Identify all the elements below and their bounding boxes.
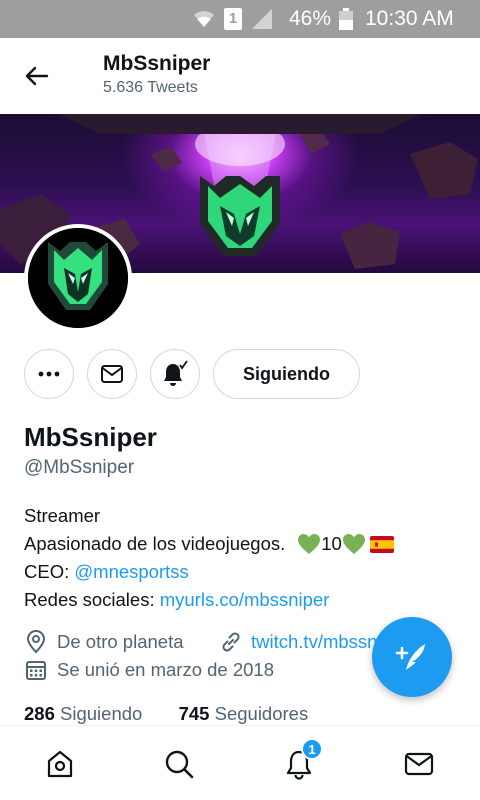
followers-label: Seguidores <box>214 703 309 724</box>
message-button[interactable] <box>87 349 137 399</box>
green-heart-icon <box>342 534 365 554</box>
battery-percent: 46% <box>289 7 332 30</box>
user-handle: @MbSsniper <box>24 457 135 478</box>
notifications-toggle-button[interactable] <box>150 349 200 399</box>
location-text: De otro planeta <box>57 631 184 652</box>
website[interactable]: twitch.tv/mbssniper <box>219 630 379 654</box>
more-icon <box>38 371 60 377</box>
bio-text: Apasionado de los videojuegos. <box>24 533 286 554</box>
ceo-mention-link[interactable]: @mnesportss <box>74 558 188 586</box>
envelope-icon <box>101 365 123 383</box>
bio-text: CEO: <box>24 561 75 582</box>
bio-line-3: CEO: @mnesportss <box>24 558 464 586</box>
compose-feather-icon <box>395 644 425 670</box>
location-pin-icon <box>26 630 46 654</box>
social-links-link[interactable]: myurls.co/mbssniper <box>160 586 330 614</box>
following-label: Siguiendo <box>60 703 143 724</box>
back-arrow-icon <box>25 66 49 86</box>
location: De otro planeta <box>24 630 184 654</box>
clock: 10:30 AM <box>365 7 454 30</box>
follow-counts: 286 Siguiendo 745 Seguidores <box>24 703 308 725</box>
display-name: MbSsniper <box>24 422 157 452</box>
bio-line-4: Redes sociales: myurls.co/mbssniper <box>24 586 464 614</box>
compose-tweet-button[interactable] <box>372 617 452 697</box>
status-bar: 1 46% 10:30 AM <box>0 0 480 38</box>
following-stat[interactable]: 286 Siguiendo <box>24 703 142 724</box>
nav-home[interactable] <box>42 746 78 782</box>
following-count: 286 <box>24 703 55 724</box>
spain-flag-icon <box>369 535 394 553</box>
sim-icon: 1 <box>224 8 242 30</box>
bottom-nav <box>0 725 480 800</box>
nav-messages[interactable] <box>401 746 437 782</box>
calendar-icon <box>26 661 46 680</box>
bio-number: 10 <box>321 533 342 554</box>
nav-search[interactable] <box>161 746 197 782</box>
website-link[interactable]: twitch.tv/mbssniper <box>251 631 379 653</box>
followers-count: 745 <box>178 703 210 724</box>
bio-text: Redes sociales: <box>24 589 160 610</box>
battery-icon <box>339 8 353 30</box>
avatar-logo <box>28 228 128 328</box>
green-heart-icon <box>298 534 321 554</box>
header-title: MbSsniper <box>103 52 211 75</box>
profile-header: MbSsniper 5.636 Tweets <box>0 38 480 114</box>
join-date-text: Se unió en marzo de 2018 <box>57 659 275 680</box>
more-options-button[interactable] <box>24 349 74 399</box>
following-button[interactable]: Siguiendo <box>213 349 360 399</box>
followers-stat[interactable]: 745 Seguidores <box>179 703 309 724</box>
link-icon <box>222 632 240 652</box>
messages-icon <box>404 752 434 776</box>
avatar[interactable] <box>24 224 132 332</box>
bio: Streamer Apasionado de los videojuegos. … <box>24 502 464 614</box>
bio-line-1: Streamer <box>24 502 464 530</box>
tweet-count: 5.636 Tweets <box>103 79 198 96</box>
home-icon <box>47 750 73 778</box>
bio-text: Streamer <box>24 505 101 526</box>
back-button[interactable] <box>20 62 54 90</box>
wifi-icon <box>194 11 214 27</box>
bio-line-2: Apasionado de los videojuegos. 10 <box>24 530 464 558</box>
notification-badge: 1 <box>301 738 323 760</box>
signal-icon <box>252 9 272 29</box>
bell-check-icon <box>164 360 188 386</box>
join-date: Se unió en marzo de 2018 <box>24 658 274 682</box>
search-icon <box>165 750 194 779</box>
